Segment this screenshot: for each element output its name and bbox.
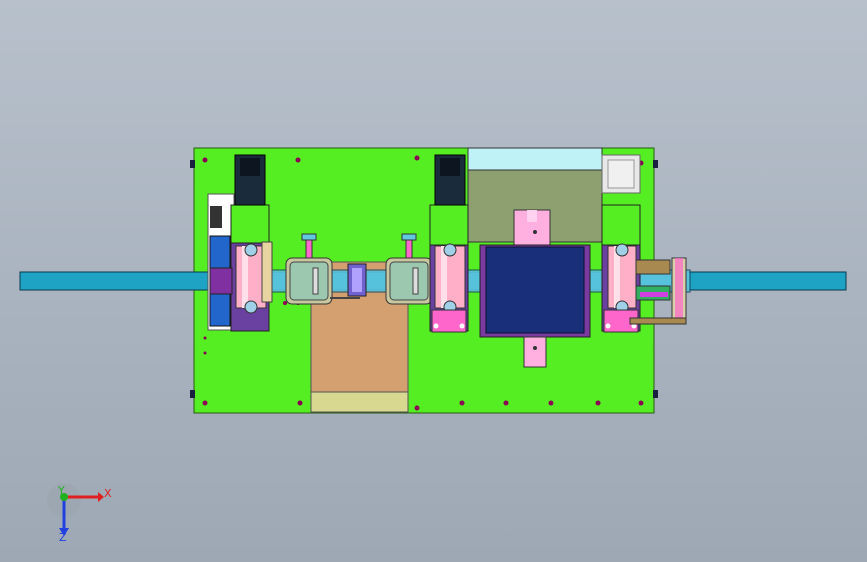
x-axis-label: X xyxy=(104,487,112,500)
center-panel-lower xyxy=(310,391,409,413)
z-axis-label: Z xyxy=(59,531,67,544)
cad-viewport[interactable]: X Y Z xyxy=(0,0,867,562)
y-axis-label: Y xyxy=(57,484,65,497)
left-sensor xyxy=(210,206,222,228)
middle-motor-module[interactable] xyxy=(429,154,469,333)
model-canvas[interactable]: X Y Z xyxy=(0,0,867,562)
right-cylinder-module[interactable] xyxy=(601,204,641,333)
orientation-triad[interactable]: X Y Z xyxy=(47,483,112,544)
